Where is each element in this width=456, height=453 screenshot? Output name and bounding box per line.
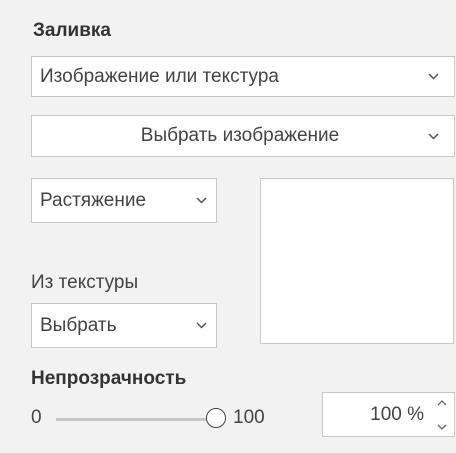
fill-settings-panel: Заливка Изображение или текстура Выбрать…: [0, 0, 456, 453]
chevron-down-icon: [194, 196, 208, 206]
opacity-spinbox[interactable]: 100 %: [322, 392, 455, 437]
chevron-up-icon[interactable]: [437, 399, 447, 406]
texture-label: Из текстуры: [31, 272, 139, 293]
opacity-value: 100 %: [370, 403, 424, 425]
select-image-dropdown[interactable]: Выбрать изображение: [31, 115, 455, 157]
chevron-down-icon: [426, 72, 440, 82]
opacity-heading: Непрозрачность: [31, 368, 187, 389]
chevron-down-icon: [194, 321, 208, 331]
spin-arrows: [436, 399, 448, 430]
slider-max-label: 100: [233, 407, 265, 428]
slider-track[interactable]: [56, 418, 216, 421]
opacity-slider[interactable]: 0 100: [31, 404, 291, 434]
texture-dropdown[interactable]: Выбрать: [31, 303, 217, 348]
stretch-mode-value: Растяжение: [40, 189, 147, 211]
select-image-label: Выбрать изображение: [140, 125, 340, 146]
slider-min-label: 0: [31, 407, 42, 428]
slider-thumb[interactable]: [206, 408, 226, 428]
texture-value: Выбрать: [40, 314, 117, 336]
stretch-mode-dropdown[interactable]: Растяжение: [31, 178, 217, 223]
texture-preview: [260, 178, 454, 344]
fill-type-value: Изображение или текстура: [40, 65, 279, 87]
fill-heading: Заливка: [33, 20, 111, 41]
chevron-down-icon: [426, 131, 440, 141]
fill-type-dropdown[interactable]: Изображение или текстура: [31, 56, 455, 97]
chevron-down-icon[interactable]: [437, 424, 447, 430]
